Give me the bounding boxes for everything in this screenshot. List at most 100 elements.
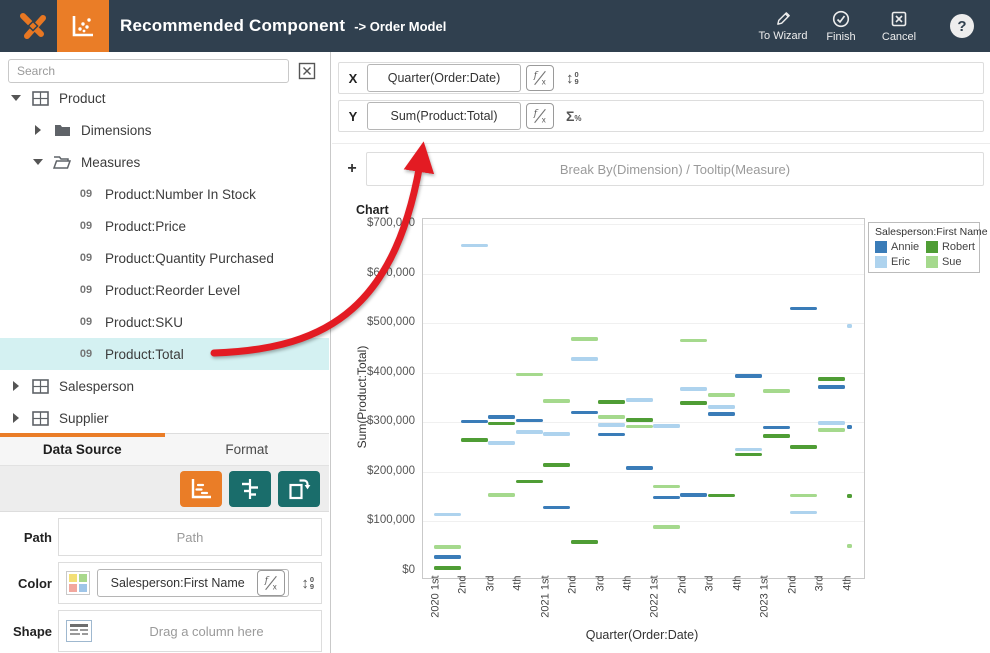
chart-mark-sue <box>516 373 543 377</box>
chart-mark-robert <box>790 445 817 449</box>
caret-right-icon[interactable] <box>10 381 22 391</box>
svg-text:x: x <box>273 582 277 591</box>
y-tick-label: $700,000 <box>335 217 415 229</box>
legend-swatch <box>926 256 938 268</box>
legend-item-eric[interactable]: Eric <box>875 256 924 268</box>
table-icon <box>30 411 50 426</box>
tree-item-product-sku[interactable]: 09Product:SKU <box>0 306 329 338</box>
cancel-x-icon <box>890 10 908 28</box>
numeric-icon: 09 <box>76 316 96 328</box>
tree-item-label: Product:Quantity Purchased <box>105 251 274 266</box>
help-button[interactable]: ? <box>950 14 974 38</box>
y-fx-button[interactable]: f x <box>526 103 554 129</box>
tab-format-label: Format <box>225 442 268 457</box>
break-by-dropzone[interactable]: Break By(Dimension) / Tooltip(Measure) <box>366 152 984 186</box>
color-label: Color <box>0 576 58 591</box>
path-dropzone[interactable] <box>58 518 322 556</box>
caret-down-icon[interactable] <box>32 159 44 165</box>
x-field-chip[interactable]: Quarter(Order:Date) <box>367 64 521 92</box>
finish-check-icon <box>832 10 850 28</box>
legend-label: Annie <box>891 241 919 253</box>
tab-data-source-label: Data Source <box>43 442 122 457</box>
legend-swatch <box>875 241 887 253</box>
x-tick-label: 3rd <box>484 576 497 634</box>
header-actions: To Wizard Finish Cancel <box>754 0 928 52</box>
color-field-chip[interactable]: Salesperson:First Name f x <box>97 569 289 597</box>
chart-mark-sue <box>626 425 653 429</box>
caret-right-icon[interactable] <box>10 413 22 423</box>
chart-mark-sue <box>653 485 680 489</box>
table-icon <box>30 91 50 106</box>
x-tick-label: 2022 1st <box>649 576 662 634</box>
active-tab-indicator <box>0 433 165 437</box>
finish-button[interactable]: Finish <box>812 0 870 52</box>
tree-item-product-price[interactable]: 09Product:Price <box>0 210 329 242</box>
shape-input[interactable] <box>99 623 314 640</box>
chart-title: Chart <box>356 203 389 217</box>
color-dropzone[interactable]: Salesperson:First Name f x ↕ 09 <box>58 562 322 604</box>
legend-item-robert[interactable]: Robert <box>926 241 975 253</box>
x-sort-button[interactable]: ↕ 09 <box>566 71 579 86</box>
path-input[interactable] <box>66 529 314 546</box>
tree-item-product-quantity-purchased[interactable]: 09Product:Quantity Purchased <box>0 242 329 274</box>
cancel-button[interactable]: Cancel <box>870 0 928 52</box>
tab-format[interactable]: Format <box>165 434 330 465</box>
fx-icon: f x <box>530 69 550 87</box>
tab-data-source[interactable]: Data Source <box>0 434 165 465</box>
center-axis-button[interactable] <box>229 471 271 507</box>
tree-item-product-total[interactable]: 09Product:Total <box>0 338 329 370</box>
sidebar-tabs: Data Source Format <box>0 433 329 466</box>
y-field-chip[interactable]: Sum(Product:Total) <box>367 102 521 130</box>
tree-item-product-number-in-stock[interactable]: 09Product:Number In Stock <box>0 178 329 210</box>
rotate-icon <box>286 476 312 502</box>
chart-mark-robert <box>461 438 488 442</box>
caret-right-icon[interactable] <box>32 125 44 135</box>
x-tick-label: 4th <box>841 576 854 634</box>
x-field-value: Quarter(Order:Date) <box>368 71 520 85</box>
folder-open-icon <box>52 155 72 169</box>
tree-item-supplier[interactable]: Supplier <box>0 402 329 434</box>
plot-area[interactable] <box>422 218 865 579</box>
breadcrumb: Recommended Component -> Order Model <box>120 0 446 52</box>
chart-mark-annie <box>516 419 543 423</box>
add-field-button[interactable]: + <box>338 160 366 178</box>
component-type-button[interactable] <box>57 0 109 52</box>
color-sort-button[interactable]: ↕ 09 <box>301 576 314 591</box>
clear-search-button[interactable] <box>296 60 318 82</box>
chart-mark-sue <box>847 544 852 548</box>
x-fx-button[interactable]: f x <box>526 65 554 91</box>
color-fx-button[interactable]: f x <box>257 570 285 596</box>
search-input[interactable] <box>8 59 289 83</box>
tree-item-product-reorder-level[interactable]: 09Product:Reorder Level <box>0 274 329 306</box>
x-tick-label: 2nd <box>457 576 470 634</box>
app-logo-icon <box>16 9 50 43</box>
svg-text:f: f <box>264 576 270 586</box>
rotate-component-button[interactable] <box>278 471 320 507</box>
legend-item-sue[interactable]: Sue <box>926 256 975 268</box>
y-aggregate-button[interactable]: Σ% <box>566 108 582 124</box>
tree-item-dimensions[interactable]: Dimensions <box>0 114 329 146</box>
caret-down-icon[interactable] <box>10 95 22 101</box>
y-tick-label: $0 <box>335 564 415 576</box>
chart-mark-eric <box>571 357 598 361</box>
chart-mark-robert <box>571 540 598 544</box>
svg-text:f: f <box>533 109 539 119</box>
chart-mark-eric <box>680 387 707 391</box>
tree-item-product[interactable]: Product <box>0 82 329 114</box>
to-wizard-button[interactable]: To Wizard <box>754 0 812 52</box>
x-tick-label: 2nd <box>567 576 580 634</box>
shape-dropzone[interactable] <box>58 610 322 652</box>
chart-mark-sue <box>818 428 845 432</box>
chart-mark-annie <box>571 411 598 415</box>
chart-mark-eric <box>790 511 817 515</box>
chart-mark-robert <box>434 566 461 570</box>
scatter-plot-button[interactable] <box>180 471 222 507</box>
table-icon <box>30 379 50 394</box>
legend-swatch <box>875 256 887 268</box>
legend-item-annie[interactable]: Annie <box>875 241 924 253</box>
tree-item-measures[interactable]: Measures <box>0 146 329 178</box>
tree-item-salesperson[interactable]: Salesperson <box>0 370 329 402</box>
row-divider <box>332 143 990 144</box>
chart-mark-robert <box>543 463 570 467</box>
y-tick-label: $500,000 <box>335 316 415 328</box>
